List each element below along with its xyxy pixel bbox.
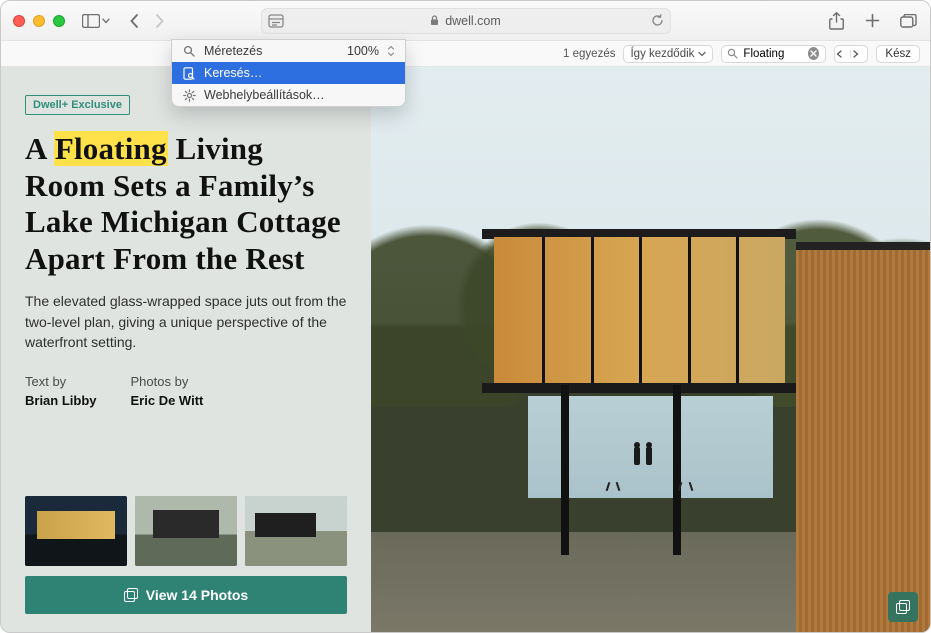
text-by-value[interactable]: Brian Libby — [25, 393, 97, 408]
photos-by-label: Photos by — [131, 374, 204, 389]
address-bar[interactable]: dwell.com — [261, 8, 671, 34]
find-input[interactable] — [743, 48, 803, 60]
minimize-window-button[interactable] — [33, 15, 45, 27]
find-page-icon — [182, 67, 196, 80]
menu-zoom-value: 100% — [347, 44, 379, 58]
page-settings-icon[interactable] — [268, 14, 284, 28]
text-by-label: Text by — [25, 374, 97, 389]
find-mode-label: Így kezdődik — [630, 48, 694, 60]
find-match-count: 1 egyezés — [563, 48, 615, 60]
page-content: Dwell+ Exclusive A Floating Living Room … — [1, 67, 930, 633]
zoom-window-button[interactable] — [53, 15, 65, 27]
url-host: dwell.com — [445, 14, 501, 28]
menu-zoom-label: Méretezés — [204, 44, 262, 58]
hero-image[interactable] — [371, 67, 930, 633]
safari-window: dwell.com Méretezés 100% — [0, 0, 931, 633]
titlebar: dwell.com — [1, 1, 930, 41]
find-mode-select[interactable]: Így kezdődik — [623, 45, 713, 63]
headline-highlight: Floating — [54, 131, 168, 166]
menu-item-site-settings[interactable]: Webhelybeállítások… — [172, 84, 405, 106]
photo-thumbnails — [25, 496, 347, 566]
find-step-buttons — [834, 45, 868, 63]
sidebar-toggle-icon[interactable] — [81, 11, 101, 31]
gear-icon — [182, 89, 196, 102]
thumbnail-1[interactable] — [25, 496, 127, 566]
magnifier-icon — [727, 48, 738, 59]
find-bar: 1 egyezés Így kezdődik Kész — [1, 41, 930, 67]
photos-by-value[interactable]: Eric De Witt — [131, 393, 204, 408]
article-dek: The elevated glass-wrapped space juts ou… — [25, 291, 347, 352]
view-photos-button[interactable]: View 14 Photos — [25, 576, 347, 614]
article-panel: Dwell+ Exclusive A Floating Living Room … — [1, 67, 371, 633]
lock-icon — [430, 15, 439, 26]
back-button[interactable] — [127, 11, 142, 31]
chevron-down-icon — [698, 51, 706, 57]
stepper-icon[interactable] — [387, 45, 395, 57]
thumbnail-2[interactable] — [135, 496, 237, 566]
sidebar-menu-chevron-icon[interactable] — [101, 11, 111, 31]
forward-button[interactable] — [152, 11, 167, 31]
reload-icon[interactable] — [651, 14, 664, 27]
magnifier-icon — [182, 45, 196, 57]
find-done-button[interactable]: Kész — [876, 45, 920, 63]
expand-gallery-button[interactable] — [888, 592, 918, 622]
gallery-icon — [896, 600, 910, 614]
page-settings-menu: Méretezés 100% Keresés… Webhelybeállítás… — [171, 39, 406, 107]
share-icon[interactable] — [826, 11, 846, 31]
byline: Text by Brian Libby Photos by Eric De Wi… — [25, 374, 347, 408]
find-done-label: Kész — [885, 48, 911, 60]
close-window-button[interactable] — [13, 15, 25, 27]
menu-find-label: Keresés… — [204, 66, 262, 80]
find-search-field[interactable] — [721, 45, 826, 63]
headline-pre: A — [25, 131, 54, 166]
gallery-icon — [124, 588, 138, 602]
menu-item-find[interactable]: Keresés… — [172, 62, 405, 84]
find-next-button[interactable] — [851, 50, 867, 58]
view-photos-label: View 14 Photos — [146, 587, 248, 603]
exclusive-badge[interactable]: Dwell+ Exclusive — [25, 95, 130, 115]
menu-settings-label: Webhelybeállítások… — [204, 88, 325, 102]
thumbnail-3[interactable] — [245, 496, 347, 566]
find-prev-button[interactable] — [835, 50, 851, 58]
tab-overview-icon[interactable] — [898, 11, 918, 31]
clear-search-button[interactable] — [808, 47, 819, 60]
window-controls — [13, 15, 65, 27]
new-tab-icon[interactable] — [862, 11, 882, 31]
article-headline: A Floating Living Room Sets a Family’s L… — [25, 131, 347, 277]
menu-item-zoom[interactable]: Méretezés 100% — [172, 40, 405, 62]
